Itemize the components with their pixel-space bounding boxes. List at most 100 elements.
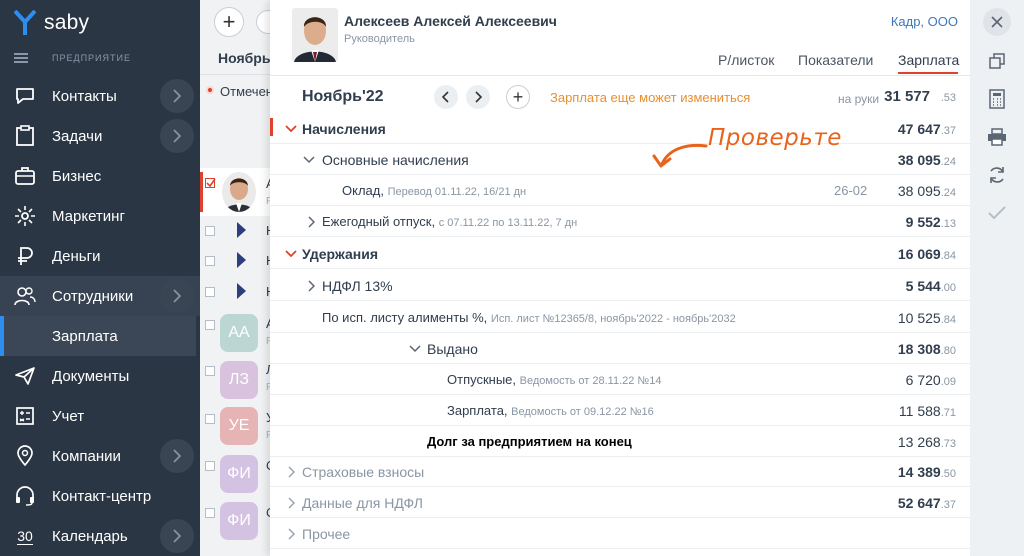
calculator-button[interactable] — [983, 85, 1011, 113]
briefcase-icon — [12, 163, 38, 189]
sidebar-item-documents[interactable]: Документы — [0, 356, 200, 396]
amount-kopecks: .50 — [940, 468, 956, 480]
sidebar-item-label: Учет — [52, 407, 85, 425]
row-annual-leave[interactable]: Ежегодный отпуск, с 07.11.22 по 13.11.22… — [270, 206, 970, 237]
row-title: Зарплата, — [447, 403, 508, 418]
expand-triangle-icon[interactable] — [237, 283, 246, 299]
sidebar-item-money[interactable]: Деньги — [0, 236, 200, 276]
employee-name[interactable]: Алексеев Алексей Алексеевич — [344, 13, 557, 29]
sidebar-item-marketing[interactable]: Маркетинг — [0, 196, 200, 236]
add-period-button[interactable]: + — [506, 85, 530, 109]
row-label: По исп. листу алименты %, Исп. лист №123… — [322, 310, 736, 325]
amount-rubles: 18 308 — [897, 341, 941, 357]
divider — [200, 74, 280, 75]
saby-logo[interactable]: saby — [14, 8, 89, 38]
row-salary-payment[interactable]: Зарплата, Ведомость от 09.12.22 №16 11 5… — [270, 395, 970, 426]
chevron-right-icon[interactable] — [160, 519, 194, 553]
amount-kopecks: .84 — [940, 314, 956, 326]
sidebar-item-business[interactable]: Бизнес — [0, 156, 200, 196]
sidebar-item-contacts[interactable]: Контакты — [0, 76, 200, 116]
row-checkbox[interactable] — [205, 287, 215, 297]
row-deductions[interactable]: Удержания 16 069.84 — [270, 238, 970, 269]
chevron-down-icon[interactable] — [302, 153, 316, 167]
chevron-right-icon[interactable] — [160, 439, 194, 473]
chevron-down-icon[interactable] — [284, 247, 298, 261]
marked-filter-label[interactable]: Отмечен — [220, 84, 273, 99]
sidebar-item-tasks[interactable]: Задачи — [0, 116, 200, 156]
sidebar-item-accounting[interactable]: Учет — [0, 396, 200, 436]
sidebar-item-label: Деньги — [52, 247, 101, 265]
ruble-icon — [12, 243, 38, 269]
printer-icon — [988, 128, 1006, 146]
close-icon — [991, 16, 1003, 28]
menu-icon[interactable] — [14, 53, 28, 63]
chevron-right-icon — [475, 91, 482, 103]
company-link[interactable]: Кадр, ООО — [891, 14, 958, 29]
chevron-right-icon[interactable] — [284, 527, 298, 541]
chevron-right-icon[interactable] — [304, 279, 318, 293]
sidebar-subitem-salary[interactable]: Зарплата — [4, 316, 196, 356]
row-title: По исп. листу алименты %, — [322, 310, 488, 325]
org-switcher[interactable]: ПРЕДПРИЯТИЕ — [14, 49, 131, 67]
expand-triangle-icon[interactable] — [237, 222, 246, 238]
initials-avatar: УЕ — [220, 407, 258, 445]
amount-rubles: 47 647 — [897, 121, 941, 137]
row-checkbox[interactable] — [205, 461, 215, 471]
row-checkbox[interactable] — [205, 178, 216, 188]
marketing-icon — [12, 203, 38, 229]
row-main-accruals[interactable]: Основные начисления 38 095.24 — [270, 144, 970, 175]
chevron-right-icon[interactable] — [160, 79, 194, 113]
approve-button[interactable] — [983, 199, 1011, 227]
tab-salary[interactable]: Зарплата — [898, 52, 959, 68]
row-alimony[interactable]: По исп. листу алименты %, Исп. лист №123… — [270, 302, 970, 333]
chevron-right-icon[interactable] — [304, 215, 318, 229]
period-title[interactable]: Ноябрь'22 — [302, 88, 384, 106]
sidebar-item-calendar[interactable]: 30 Календарь — [0, 516, 200, 556]
close-button[interactable] — [983, 8, 1011, 36]
selected-row-marker — [200, 172, 203, 212]
tab-payslip[interactable]: Р/листок — [718, 52, 774, 68]
row-checkbox[interactable] — [205, 414, 215, 424]
row-insurance[interactable]: Страховые взносы 14 389.50 — [270, 456, 970, 487]
row-accruals[interactable]: Начисления 47 647.37 — [270, 113, 970, 144]
expand-triangle-icon[interactable] — [237, 252, 246, 268]
row-checkbox[interactable] — [205, 508, 215, 518]
calendar-date: 30 — [17, 527, 33, 545]
print-button[interactable] — [983, 123, 1011, 151]
add-button[interactable]: + — [214, 7, 244, 37]
row-label: Данные для НДФЛ — [302, 495, 423, 511]
tab-indicators[interactable]: Показатели — [798, 52, 873, 68]
row-paid-out[interactable]: Выдано 18 308.80 — [270, 333, 970, 364]
sidebar-item-contact-center[interactable]: Контакт-центр — [0, 476, 200, 516]
annotation-text: Проверьте — [708, 125, 842, 151]
row-base-salary[interactable]: Оклад, Перевод 01.11.22, 16/21 дн 26-02 … — [270, 175, 970, 206]
row-title: Отпускные, — [447, 372, 517, 387]
chevron-right-icon[interactable] — [160, 279, 194, 313]
sidebar: saby ПРЕДПРИЯТИЕ Контакты Задачи Бизнес … — [0, 0, 200, 556]
chevron-down-icon[interactable] — [284, 122, 298, 136]
chevron-right-icon[interactable] — [160, 119, 194, 153]
row-other[interactable]: Прочее — [270, 518, 970, 549]
row-checkbox[interactable] — [205, 320, 215, 330]
chevron-right-icon[interactable] — [284, 465, 298, 479]
row-debt[interactable]: Долг за предприятием на конец 13 268.73 — [270, 426, 970, 457]
next-period-button[interactable] — [466, 85, 490, 109]
row-checkbox[interactable] — [205, 366, 215, 376]
prev-period-button[interactable] — [434, 85, 458, 109]
chevron-down-icon[interactable] — [408, 342, 422, 356]
net-pay-amount: 31 577 — [884, 88, 930, 105]
sidebar-item-label: Документы — [52, 367, 130, 385]
row-label: Выдано — [427, 341, 478, 357]
chevron-right-icon[interactable] — [284, 496, 298, 510]
sidebar-item-companies[interactable]: Компании — [0, 436, 200, 476]
row-tax-data[interactable]: Данные для НДФЛ 52 647.37 — [270, 487, 970, 518]
row-checkbox[interactable] — [205, 226, 215, 236]
row-income-tax[interactable]: НДФЛ 13% 5 544.00 — [270, 270, 970, 301]
row-checkbox[interactable] — [205, 256, 215, 266]
copy-button[interactable] — [983, 47, 1011, 75]
row-label: Страховые взносы — [302, 464, 425, 480]
sidebar-item-employees[interactable]: Сотрудники — [0, 276, 200, 316]
row-vacation-pay[interactable]: Отпускные, Ведомость от 28.11.22 №14 6 7… — [270, 364, 970, 395]
row-amount: 6 720.09 — [906, 372, 956, 388]
refresh-button[interactable] — [983, 161, 1011, 189]
